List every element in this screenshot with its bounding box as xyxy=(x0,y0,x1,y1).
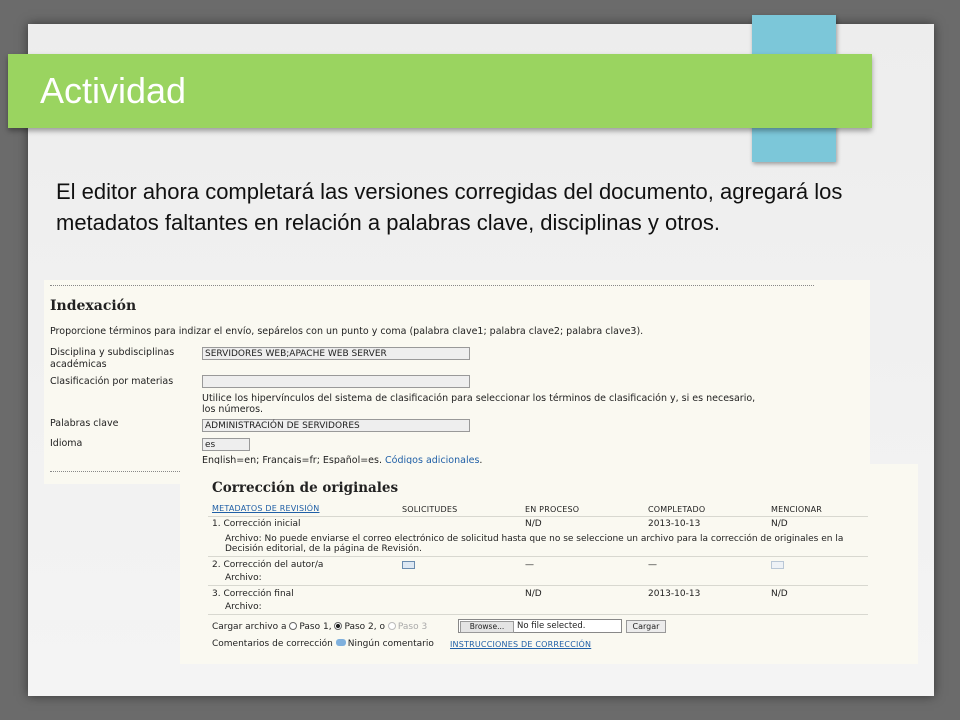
browse-button[interactable]: Browse... xyxy=(460,621,514,633)
upload-button[interactable]: Cargar xyxy=(626,620,666,633)
email-mention-icon[interactable] xyxy=(771,561,784,569)
step1-radio[interactable] xyxy=(289,622,298,630)
upload-label: Cargar archivo a xyxy=(212,622,287,632)
disciplines-label: Disciplina y subdisciplinas xyxy=(50,347,175,358)
row3-label: 3. Corrección final xyxy=(212,589,294,599)
no-comment-text: Ningún comentario xyxy=(347,639,434,649)
keywords-label: Palabras clave xyxy=(50,418,119,429)
comment-bubble-icon[interactable] xyxy=(335,639,346,646)
disciplines-input[interactable]: SERVIDORES WEB;APACHE WEB SERVER xyxy=(202,347,470,360)
comments-row: Comentarios de corrección Ningún comenta… xyxy=(212,639,434,649)
copyediting-screenshot: Corrección de originales METADATOS DE RE… xyxy=(180,464,918,664)
row-divider xyxy=(208,585,868,586)
col-solicitudes: SOLICITUDES xyxy=(402,505,458,514)
row3-en-proceso: N/D xyxy=(525,589,542,599)
col-mencionar: MENCIONAR xyxy=(771,505,822,514)
indexing-heading: Indexación xyxy=(50,298,137,314)
row-divider xyxy=(208,556,868,557)
step2-label: Paso 2, o xyxy=(344,622,386,632)
language-label: Idioma xyxy=(50,438,83,449)
classification-label: Clasificación por materias xyxy=(50,376,174,387)
col-en-proceso: EN PROCESO xyxy=(525,505,580,514)
review-metadata-link[interactable]: METADATOS DE REVISIÓN xyxy=(212,504,320,513)
col-completado: COMPLETADO xyxy=(648,505,706,514)
step3-label: Paso 3 xyxy=(397,622,428,632)
row3-mencionar: N/D xyxy=(771,589,788,599)
file-input[interactable]: Browse... No file selected. xyxy=(458,619,622,633)
row3-file: Archivo: xyxy=(225,602,262,612)
row2-file: Archivo: xyxy=(225,573,262,583)
row2-en-proceso: — xyxy=(525,560,534,570)
row-divider xyxy=(208,614,868,615)
row1-note-cont: Decisión editorial, de la página de Revi… xyxy=(225,544,422,554)
row1-label: 1. Corrección inicial xyxy=(212,519,301,529)
step1-label: Paso 1, xyxy=(299,622,332,632)
language-input[interactable]: es xyxy=(202,438,250,451)
divider xyxy=(50,285,814,286)
slide-body-text: El editor ahora completará las versiones… xyxy=(56,179,843,235)
step3-radio[interactable] xyxy=(387,622,396,630)
row1-completado: 2013-10-13 xyxy=(648,519,701,529)
row1-mencionar: N/D xyxy=(771,519,788,529)
row1-note: Archivo: No puede enviarse el correo ele… xyxy=(225,534,844,544)
upload-row: Cargar archivo a Paso 1, Paso 2, o Paso … xyxy=(212,622,427,632)
instructions-link[interactable]: INSTRUCCIONES DE CORRECCIÓN xyxy=(450,640,591,649)
classification-help: Utilice los hipervínculos del sistema de… xyxy=(202,393,756,404)
step2-radio[interactable] xyxy=(334,622,343,630)
row3-completado: 2013-10-13 xyxy=(648,589,701,599)
classification-input[interactable] xyxy=(202,375,470,388)
no-file-text: No file selected. xyxy=(517,621,586,631)
indexing-intro: Proporcione términos para indizar el env… xyxy=(50,326,644,337)
row-divider xyxy=(208,516,868,517)
slide-title: Actividad xyxy=(40,70,187,111)
keywords-input[interactable]: ADMINISTRACIÓN DE SERVIDORES xyxy=(202,419,470,432)
row1-en-proceso: N/D xyxy=(525,519,542,529)
email-request-icon[interactable] xyxy=(402,561,415,569)
row2-completado: — xyxy=(648,560,657,570)
disciplines-label-cont: académicas xyxy=(50,359,107,370)
classification-help-cont: los números. xyxy=(202,404,264,415)
copyediting-heading: Corrección de originales xyxy=(212,480,399,496)
row2-label: 2. Corrección del autor/a xyxy=(212,560,324,570)
indexing-screenshot: Indexación Proporcione términos para ind… xyxy=(44,280,870,484)
comments-label: Comentarios de corrección xyxy=(212,639,333,649)
